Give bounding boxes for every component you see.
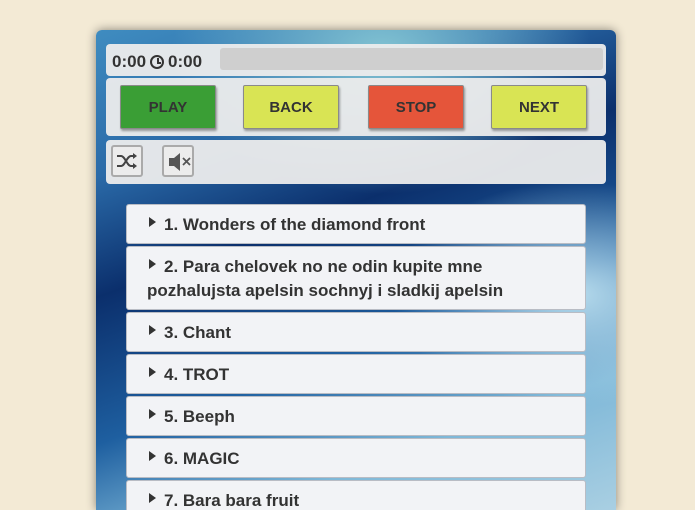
playlist-item[interactable]: 1. Wonders of the diamond front bbox=[126, 204, 586, 244]
play-arrow-icon bbox=[149, 367, 156, 377]
playlist-item[interactable]: 6. MAGIC bbox=[126, 438, 586, 478]
playlist: 1. Wonders of the diamond front 2. Para c… bbox=[126, 204, 586, 510]
play-arrow-icon bbox=[149, 451, 156, 461]
progress-bar[interactable] bbox=[220, 48, 603, 70]
playlist-item[interactable]: 4. TROT bbox=[126, 354, 586, 394]
playlist-item-label: 6. MAGIC bbox=[164, 449, 240, 468]
time-display: 0:00 0:00 bbox=[112, 52, 202, 72]
mute-button[interactable] bbox=[162, 145, 194, 177]
playlist-item[interactable]: 7. Bara bara fruit bbox=[126, 480, 586, 510]
playlist-item-label: 7. Bara bara fruit bbox=[164, 491, 300, 510]
play-button[interactable]: PLAY bbox=[120, 85, 216, 129]
shuffle-icon bbox=[117, 153, 137, 169]
shuffle-button[interactable] bbox=[111, 145, 143, 177]
playlist-item[interactable]: 3. Chant bbox=[126, 312, 586, 352]
elapsed-time: 0:00 bbox=[112, 52, 147, 71]
playlist-item[interactable]: 2. Para chelovek no ne odin kupite mne p… bbox=[126, 246, 586, 310]
next-button[interactable]: NEXT bbox=[491, 85, 587, 129]
control-buttons-bar: PLAY BACK STOP NEXT bbox=[106, 78, 606, 136]
play-arrow-icon bbox=[149, 259, 156, 269]
playlist-item-label: 5. Beeph bbox=[164, 407, 235, 426]
toggle-bar bbox=[106, 140, 606, 184]
playlist-item[interactable]: 5. Beeph bbox=[126, 396, 586, 436]
playlist-item-label: 4. TROT bbox=[164, 365, 230, 384]
time-bar: 0:00 0:00 bbox=[106, 44, 606, 76]
total-duration: 0:00 bbox=[168, 52, 203, 71]
play-arrow-icon bbox=[149, 325, 156, 335]
play-arrow-icon bbox=[149, 493, 156, 503]
audio-player: 0:00 0:00 PLAY BACK STOP NEXT 1. Wonders… bbox=[96, 30, 616, 510]
playlist-item-label: 2. Para chelovek no ne odin kupite mne p… bbox=[147, 257, 504, 300]
mute-icon bbox=[169, 153, 191, 171]
playlist-item-label: 1. Wonders of the diamond front bbox=[164, 215, 426, 234]
play-arrow-icon bbox=[149, 409, 156, 419]
clock-icon bbox=[150, 55, 165, 69]
stop-button[interactable]: STOP bbox=[368, 85, 464, 129]
play-arrow-icon bbox=[149, 217, 156, 227]
playlist-item-label: 3. Chant bbox=[164, 323, 232, 342]
back-button[interactable]: BACK bbox=[243, 85, 339, 129]
